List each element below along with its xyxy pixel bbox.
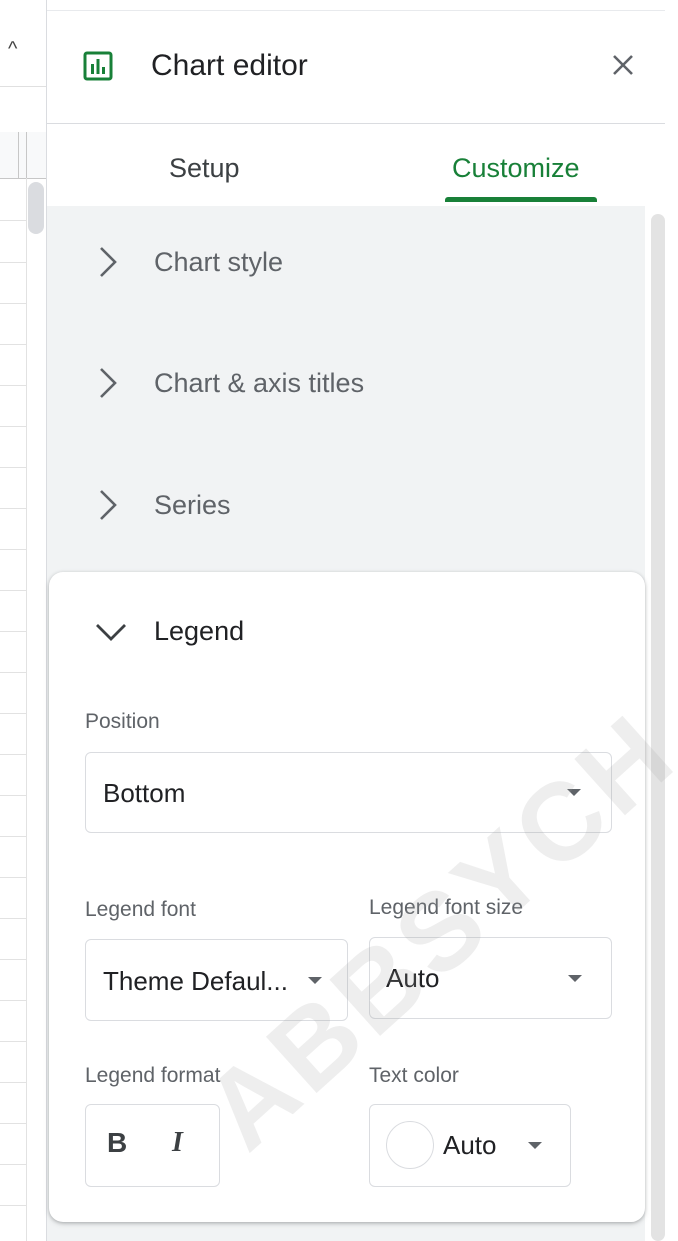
grid-row-line	[0, 754, 26, 755]
spreadsheet-grid-edge: ^	[0, 0, 46, 1241]
legend-font-size-select[interactable]: Auto	[369, 937, 612, 1019]
legend-font-label: Legend font	[85, 898, 196, 921]
column-divider	[18, 132, 19, 178]
legend-font-size-label: Legend font size	[369, 896, 524, 919]
italic-button[interactable]: I	[172, 1127, 183, 1159]
position-select[interactable]: Bottom	[85, 752, 612, 833]
editor-tabs: Setup Customize	[47, 123, 665, 205]
tab-setup[interactable]: Setup	[169, 153, 240, 184]
column-divider	[26, 132, 27, 178]
chevron-right-icon	[100, 490, 117, 520]
grid-row-line	[0, 262, 26, 263]
sheet-scrollbar-thumb[interactable]	[28, 182, 44, 234]
section-label: Legend	[154, 616, 245, 646]
chevron-right-icon	[100, 368, 117, 398]
collapse-caret-icon[interactable]: ^	[8, 38, 17, 61]
grid-row-line	[0, 344, 26, 345]
dropdown-arrow-icon	[567, 789, 581, 796]
section-chart-style[interactable]: Chart style	[47, 206, 645, 328]
active-tab-indicator	[445, 197, 597, 202]
grid-row-line	[0, 1041, 26, 1042]
legend-font-value: Theme Defaul...	[103, 966, 288, 996]
legend-font-select[interactable]: Theme Defaul...	[85, 939, 348, 1021]
color-swatch	[386, 1121, 434, 1169]
grid-row-line	[0, 631, 26, 632]
close-icon[interactable]	[609, 51, 637, 79]
chart-editor-title: Chart editor	[151, 49, 308, 82]
grid-row-line	[0, 303, 26, 304]
chart-editor-header: Chart editor	[47, 10, 665, 124]
position-label: Position	[85, 710, 160, 733]
panel-scrollbar[interactable]	[651, 214, 665, 1241]
grid-row-line	[0, 426, 26, 427]
grid-row-line	[0, 672, 26, 673]
chevron-right-icon	[100, 247, 117, 277]
text-color-label: Text color	[369, 1064, 459, 1087]
tab-customize[interactable]: Customize	[452, 153, 580, 184]
grid-row-line	[0, 959, 26, 960]
text-color-value: Auto	[443, 1130, 497, 1160]
grid-row-line	[0, 549, 26, 550]
section-chart-axis-titles[interactable]: Chart & axis titles	[47, 327, 645, 449]
grid-row-line	[0, 1164, 26, 1165]
grid-row-line	[0, 795, 26, 796]
legend-format-label: Legend format	[85, 1064, 221, 1087]
grid-row-line	[0, 1000, 26, 1001]
chevron-down-icon	[96, 624, 126, 641]
grid-row-line	[0, 590, 26, 591]
grid-row-line	[0, 918, 26, 919]
grid-row-line	[0, 1205, 26, 1206]
grid-row-line	[0, 220, 26, 221]
column-header-strip	[0, 132, 46, 179]
legend-font-size-value: Auto	[386, 963, 440, 993]
text-color-select[interactable]: Auto	[369, 1104, 571, 1187]
section-label: Chart style	[154, 247, 284, 277]
chart-icon	[83, 51, 113, 81]
chart-editor-panel: Chart editor Setup Customize Chart style…	[46, 0, 678, 1241]
section-legend[interactable]: Legend	[49, 572, 645, 690]
dropdown-arrow-icon	[308, 977, 322, 984]
dropdown-arrow-icon	[568, 975, 582, 982]
grid-row-line	[0, 877, 26, 878]
legend-section-card: Legend Position Bottom Legend font Theme…	[49, 572, 645, 1222]
sheet-toolbar-edge: ^	[0, 0, 46, 87]
grid-row-line	[0, 1123, 26, 1124]
legend-format-group: B I	[85, 1104, 220, 1187]
section-series[interactable]: Series	[47, 449, 645, 571]
position-value: Bottom	[103, 778, 186, 808]
grid-row-line	[0, 467, 26, 468]
grid-row-line	[0, 836, 26, 837]
bold-button[interactable]: B	[107, 1127, 127, 1159]
grid-row-line	[0, 385, 26, 386]
grid-column-line	[26, 178, 27, 1241]
grid-row-line	[0, 508, 26, 509]
grid-row-line	[0, 1082, 26, 1083]
dropdown-arrow-icon	[528, 1142, 542, 1149]
section-label: Chart & axis titles	[154, 368, 365, 398]
grid-row-line	[0, 713, 26, 714]
section-label: Series	[154, 490, 231, 520]
